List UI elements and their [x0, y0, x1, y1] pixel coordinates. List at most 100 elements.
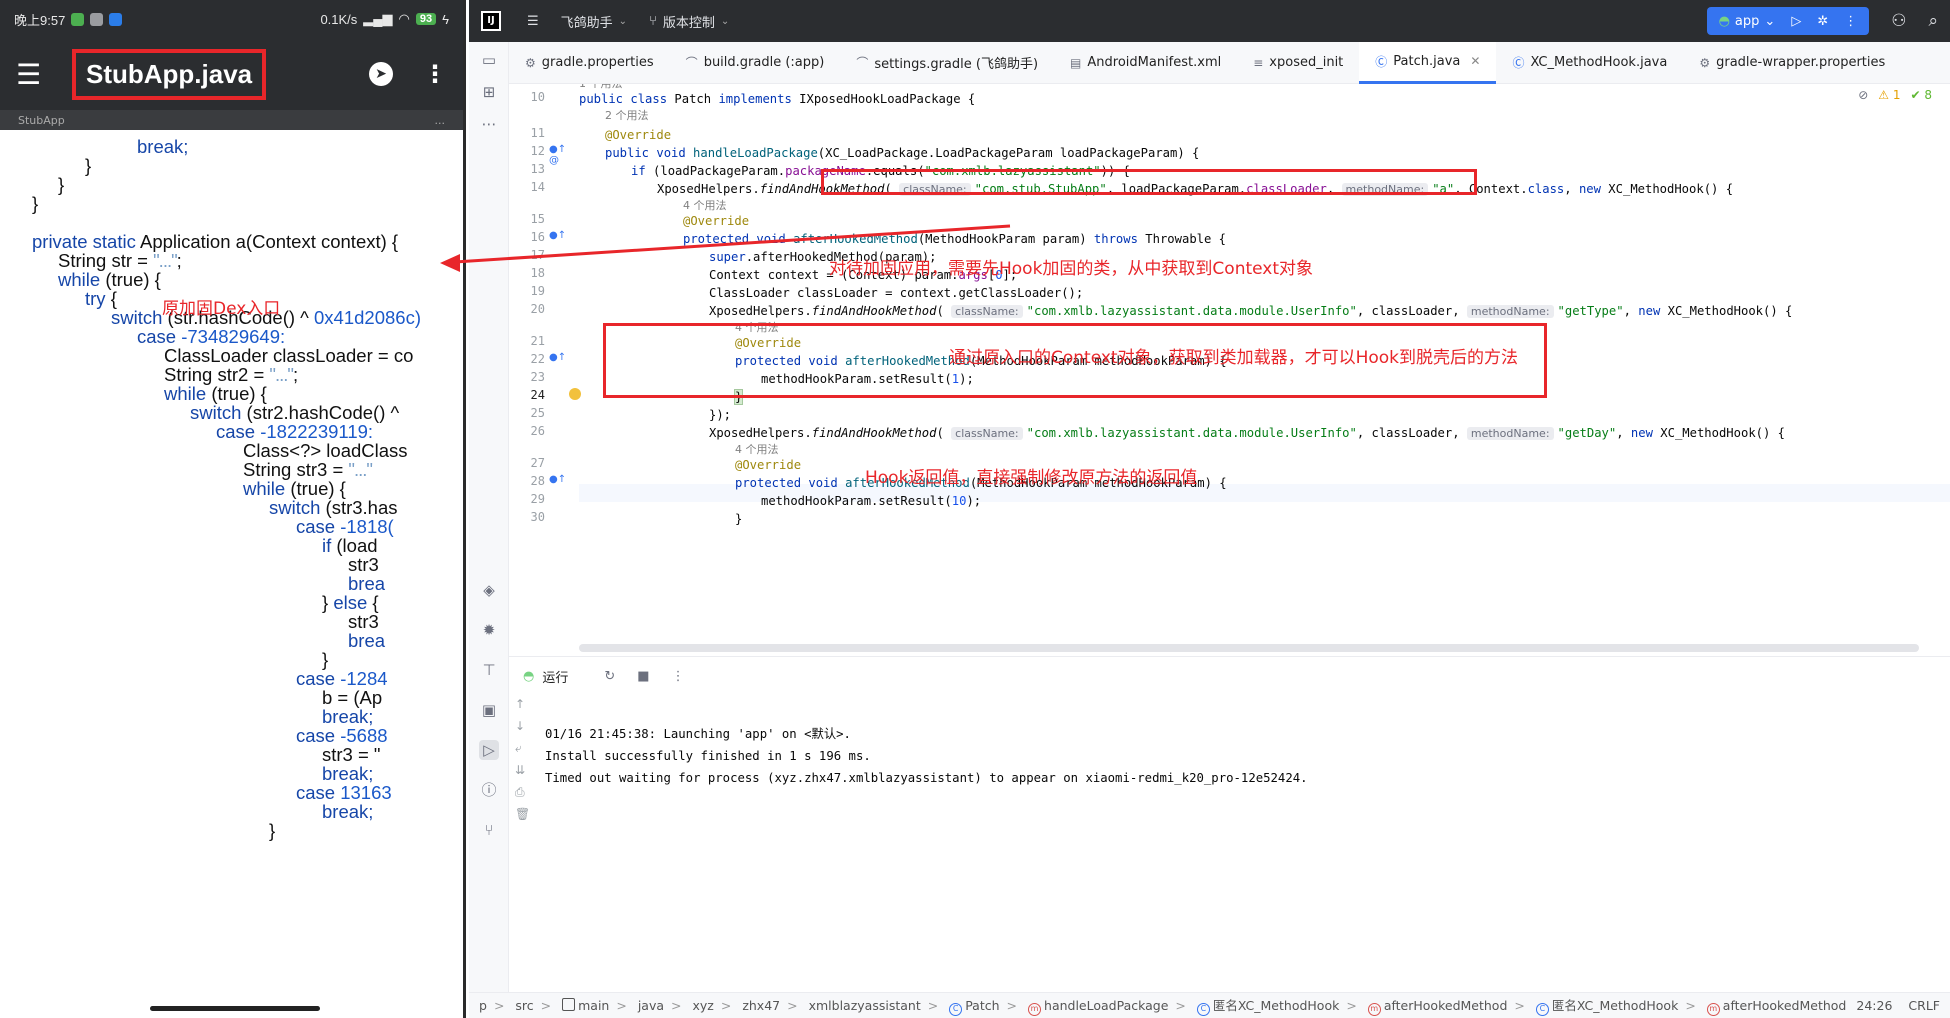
- line-number: 18: [530, 266, 545, 280]
- git-icon[interactable]: ⑂: [479, 820, 499, 840]
- project-name: 飞鸽助手: [560, 15, 613, 31]
- code-line: }: [735, 512, 743, 526]
- breadcrumb-item[interactable]: p: [479, 998, 487, 1013]
- override-marker-icon[interactable]: ●↑: [549, 474, 566, 485]
- wechat-icon: [71, 12, 85, 26]
- search-icon[interactable]: ⌕: [1928, 11, 1938, 31]
- close-icon[interactable]: ✕: [1470, 54, 1480, 68]
- breadcrumb-item[interactable]: main: [578, 998, 609, 1013]
- decompiled-code-view[interactable]: break; } } } private static Application …: [0, 130, 463, 998]
- build-icon[interactable]: ⊤: [479, 660, 499, 680]
- more-options-icon[interactable]: ⋮: [423, 60, 447, 88]
- tab-patch-java[interactable]: Ⓒ Patch.java ✕: [1359, 41, 1497, 84]
- annotation-context: 对待加固应用，需要先Hook加固的类，从中获取到Context对象: [829, 259, 1314, 279]
- override-marker-icon[interactable]: ●↑ @: [549, 144, 579, 166]
- code-line: }: [58, 174, 65, 195]
- line-number: 29: [530, 492, 545, 506]
- tab-xc-methodhook[interactable]: Ⓒ XC_MethodHook.java: [1496, 42, 1683, 84]
- arrow-down-icon[interactable]: ↓: [515, 719, 525, 733]
- menu-icon[interactable]: ☰: [16, 58, 56, 91]
- arrow-up-icon[interactable]: ↑: [515, 697, 525, 711]
- code-line: break;: [322, 801, 374, 822]
- more-icon[interactable]: ⋮: [1844, 14, 1857, 29]
- breadcrumb-item[interactable]: 匿名XC_MethodHook: [1213, 998, 1339, 1013]
- vcs-menu[interactable]: ⑂ 版本控制 ⌄: [649, 12, 729, 31]
- tab-android-manifest[interactable]: ▤ AndroidManifest.xml: [1054, 42, 1237, 84]
- compass-icon[interactable]: ➤: [369, 62, 393, 86]
- tab-gradle-properties[interactable]: ⚙ gradle.properties: [509, 42, 670, 84]
- breadcrumb-item[interactable]: src: [515, 998, 533, 1013]
- code-line: @Override: [735, 458, 802, 472]
- code-line: XposedHelpers.findAndHookMethod( classNa…: [709, 304, 1793, 318]
- line-number: 30: [530, 510, 545, 524]
- tab-xposed-init[interactable]: ≡ xposed_init: [1237, 42, 1359, 84]
- structure-icon[interactable]: ⊞: [479, 82, 499, 102]
- account-icon[interactable]: ⚇: [1891, 11, 1906, 31]
- breadcrumb-item[interactable]: java: [638, 998, 664, 1013]
- tab-build-gradle[interactable]: ⌒ build.gradle (:app): [670, 42, 841, 84]
- tab-settings-gradle[interactable]: ⌒ settings.gradle (飞鸽助手): [840, 42, 1054, 84]
- run-icon[interactable]: ▷: [1791, 14, 1801, 29]
- override-marker-icon[interactable]: ●↑: [549, 352, 566, 363]
- anonymous-class-icon: C: [1196, 1003, 1210, 1016]
- breadcrumb-item[interactable]: xmlblazyassistant: [809, 998, 921, 1013]
- console-toolbar: ↑ ↓ ⤶ ⇊ ⎙ 🗑: [509, 697, 535, 897]
- debug-icon[interactable]: ✲: [1817, 14, 1828, 29]
- breadcrumb-item[interactable]: afterHookedMethod: [1723, 998, 1847, 1013]
- trash-icon[interactable]: 🗑: [515, 807, 530, 821]
- phone-status-bar: 晚上9:57 0.1K/s ▂▄▆ ◠ 93 ϟ: [0, 0, 463, 38]
- line-number: 14: [530, 180, 545, 194]
- phone-app-bar: ☰ StubApp.java ➤ ⋮: [0, 38, 463, 110]
- run-config-selector[interactable]: ◓ app ⌄: [1719, 14, 1776, 29]
- breadcrumb: p > src > main > java > xyz > zhx47 > xmlblazy…: [479, 995, 1846, 1016]
- console-output[interactable]: 01/16 21:45:38: Launching 'app' on <默认>.…: [545, 723, 1308, 789]
- override-marker-icon[interactable]: ●↑: [549, 230, 566, 241]
- stop-icon[interactable]: ■: [637, 669, 649, 684]
- soft-wrap-icon[interactable]: ⤶: [515, 741, 522, 756]
- print-icon[interactable]: ⎙: [515, 785, 525, 800]
- gear-icon: ⚙: [525, 55, 536, 70]
- breadcrumb-item[interactable]: afterHookedMethod: [1384, 998, 1508, 1013]
- code-line: ClassLoader classLoader = context.getCla…: [709, 286, 1084, 300]
- breadcrumb-item[interactable]: handleLoadPackage: [1044, 998, 1168, 1013]
- bug-icon[interactable]: ✹: [479, 620, 499, 640]
- rerun-icon[interactable]: ↻: [604, 669, 615, 684]
- cursor-position[interactable]: 24:26: [1856, 998, 1892, 1013]
- more-tools-icon[interactable]: ⋯: [479, 114, 499, 134]
- eye-off-icon: ⊘: [1858, 88, 1869, 102]
- code-line: break;: [137, 136, 189, 157]
- scroll-to-end-icon[interactable]: ⇊: [515, 763, 525, 777]
- chevron-down-icon: ⌄: [720, 15, 730, 27]
- code-line: protected void afterHookedMethod(MethodH…: [683, 232, 1227, 246]
- breadcrumb-item[interactable]: Patch: [965, 998, 999, 1013]
- code-line: }: [32, 193, 39, 214]
- line-number: 26: [530, 424, 545, 438]
- gear-icon: ⚙: [1699, 55, 1711, 70]
- breadcrumb-item[interactable]: 匿名XC_MethodHook: [1552, 998, 1678, 1013]
- home-indicator[interactable]: [150, 1006, 320, 1011]
- net-speed: 0.1K/s: [320, 11, 358, 27]
- breadcrumb-item[interactable]: zhx47: [742, 998, 780, 1013]
- ide-title-bar: IJ ☰ 飞鸽助手 ⌄ ⑂ 版本控制 ⌄ ◓ app ⌄ ▷ ✲ ⋮ ⚇ ⌕: [469, 0, 1950, 42]
- layers-icon[interactable]: ◈: [479, 580, 499, 600]
- title-highlight-box: StubApp.java: [72, 48, 267, 100]
- terminal-icon[interactable]: ▣: [479, 700, 499, 720]
- run-tool-icon[interactable]: ▷: [479, 740, 499, 760]
- warning-count: ⚠ 1: [1878, 88, 1901, 102]
- more-icon[interactable]: ⋮: [672, 669, 685, 684]
- breadcrumb-item[interactable]: xyz: [693, 998, 714, 1013]
- code-editor[interactable]: 10 11 12 13 14 15 16 17 18 19 20 21 22 2…: [509, 84, 1950, 656]
- tab-gradle-wrapper[interactable]: ⚙ gradle-wrapper.properties: [1683, 42, 1901, 84]
- line-number: 16: [530, 230, 545, 244]
- project-selector[interactable]: 飞鸽助手 ⌄: [561, 12, 627, 31]
- inspection-widget[interactable]: ⊘ ⚠ 1 ✔ 8: [1858, 88, 1932, 102]
- main-menu-icon[interactable]: ☰: [527, 14, 539, 29]
- project-folder-icon[interactable]: ▭: [479, 50, 499, 70]
- line-separator[interactable]: CRLF: [1908, 998, 1940, 1013]
- line-number: 12: [530, 144, 545, 158]
- tab-label: AndroidManifest.xml: [1087, 55, 1222, 70]
- line-number: 25: [530, 406, 545, 420]
- horizontal-scrollbar[interactable]: [579, 644, 1919, 652]
- problems-icon[interactable]: ⓘ: [479, 780, 499, 800]
- file-title: StubApp.java: [86, 58, 253, 89]
